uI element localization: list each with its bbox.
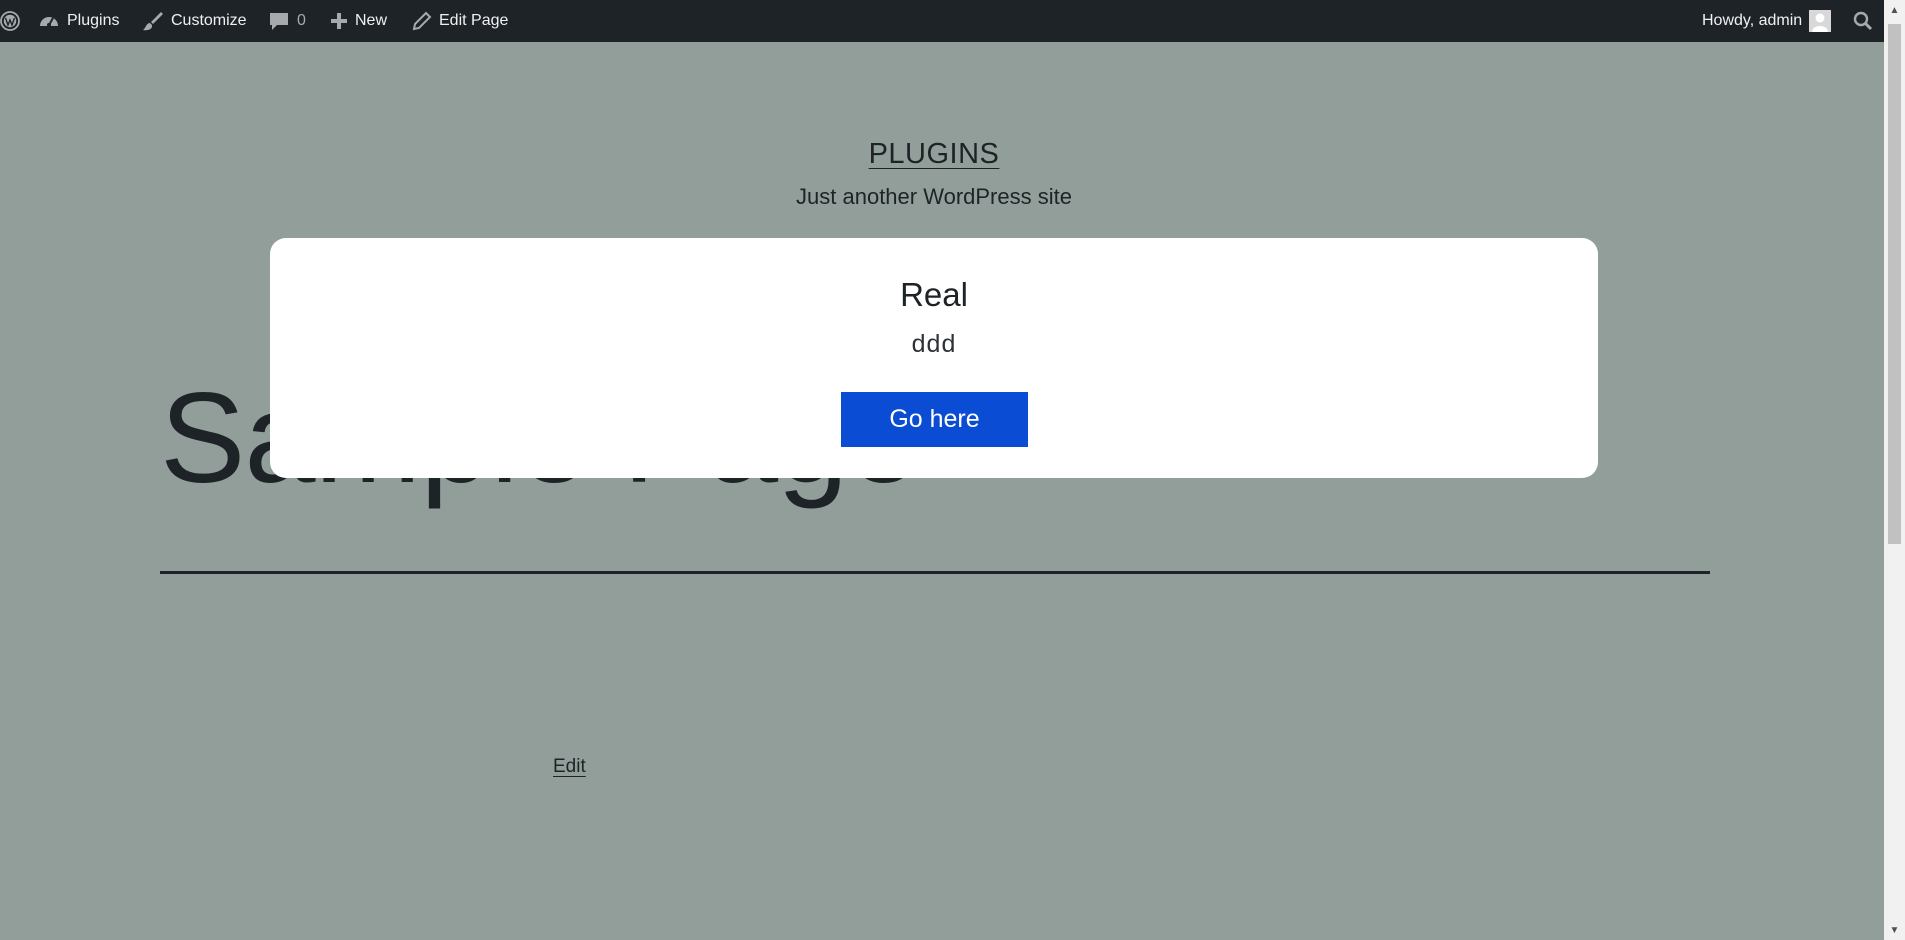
new-label: New <box>355 12 388 29</box>
comments-count: 0 <box>297 12 306 29</box>
title-divider <box>160 571 1710 574</box>
site-name-label: Plugins <box>67 12 120 29</box>
comments-menu[interactable]: 0 <box>268 0 306 42</box>
wordpress-logo-icon <box>0 11 20 31</box>
new-content-menu[interactable]: New <box>330 0 387 42</box>
edit-page-label: Edit Page <box>439 12 509 29</box>
edit-page-menu[interactable]: Edit Page <box>412 0 508 42</box>
brush-icon <box>142 10 164 32</box>
site-title-link[interactable]: PLUGINS <box>869 138 1000 170</box>
go-here-button[interactable]: Go here <box>841 392 1028 447</box>
popup-modal: Real ddd Go here <box>270 238 1598 478</box>
avatar <box>1809 10 1832 32</box>
edit-link[interactable]: Edit <box>553 756 586 778</box>
search-button[interactable] <box>1853 0 1873 42</box>
modal-body-text: ddd <box>911 330 957 358</box>
scrollbar-thumb[interactable] <box>1888 24 1901 544</box>
customize-label: Customize <box>171 12 247 29</box>
site-tagline: Just another WordPress site <box>796 184 1072 209</box>
search-icon <box>1853 11 1873 31</box>
plus-icon <box>330 12 348 30</box>
site-name-menu[interactable]: Plugins <box>38 0 119 42</box>
modal-title: Real <box>900 276 968 313</box>
account-menu[interactable]: Howdy, admin <box>1702 0 1832 42</box>
dashboard-icon <box>38 11 60 31</box>
wordpress-logo-menu[interactable] <box>0 0 20 42</box>
greeting-label: Howdy, admin <box>1702 12 1803 29</box>
pencil-icon <box>412 11 432 31</box>
admin-bar: Plugins Customize 0 New Edit Page Howdy,… <box>0 0 1884 42</box>
comment-icon <box>268 11 290 31</box>
site-title: PLUGINS <box>0 138 1868 171</box>
customize-menu[interactable]: Customize <box>142 0 247 42</box>
vertical-scrollbar[interactable]: ▲ ▼ <box>1884 0 1905 940</box>
scroll-down-arrow-icon[interactable]: ▼ <box>1884 920 1905 940</box>
scroll-up-arrow-icon[interactable]: ▲ <box>1884 0 1905 20</box>
